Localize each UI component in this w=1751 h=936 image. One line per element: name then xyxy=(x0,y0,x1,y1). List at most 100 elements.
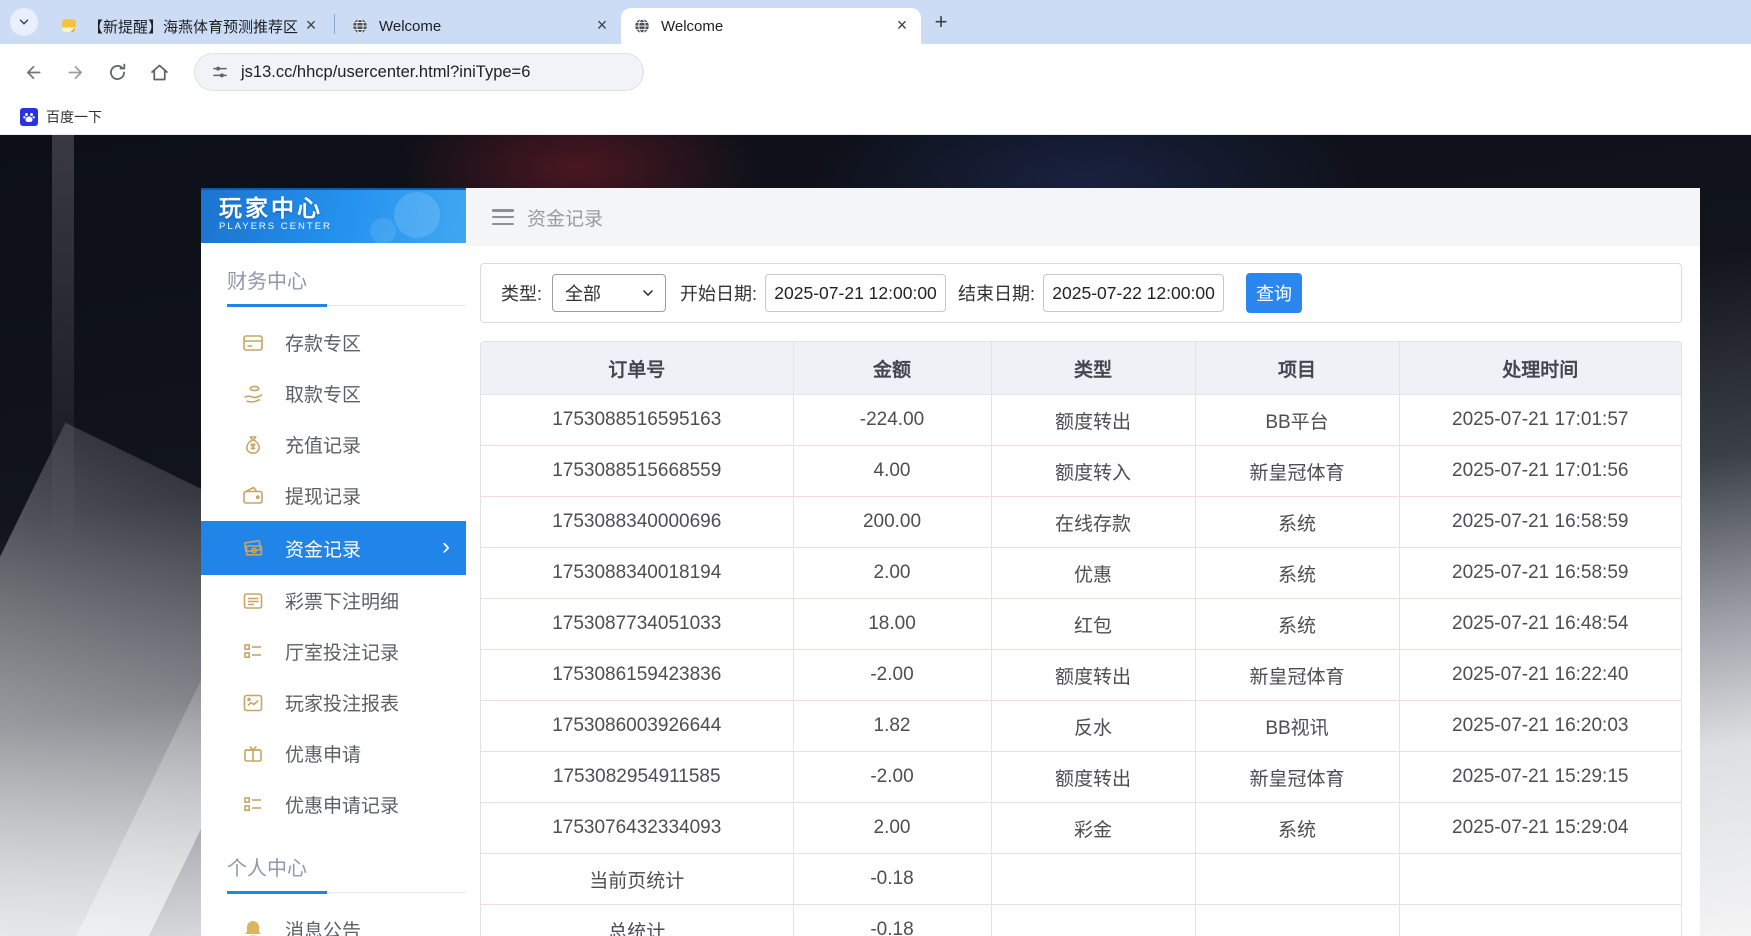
table-cell: 2025-07-21 16:20:03 xyxy=(1399,701,1681,752)
table-cell: -0.18 xyxy=(793,854,991,905)
sidebar-item-withdraw-records[interactable]: 提现记录› xyxy=(201,470,466,521)
tab-title: Welcome xyxy=(661,18,891,35)
bookmark-label: 百度一下 xyxy=(46,107,102,127)
table-cell: 1753086003926644 xyxy=(481,701,793,752)
table-cell: 系统 xyxy=(1195,497,1399,548)
chevron-down-icon xyxy=(17,15,31,29)
section-underline xyxy=(227,304,466,307)
gift-icon xyxy=(241,742,265,766)
tab-close-icon[interactable]: × xyxy=(891,15,913,37)
table-cell: 1753088516595163 xyxy=(481,395,793,446)
table-cell: BB平台 xyxy=(1195,395,1399,446)
table-cell: 2025-07-21 17:01:57 xyxy=(1399,395,1681,446)
sidebar-item-promo-apply[interactable]: 优惠申请› xyxy=(201,728,466,779)
sidebar-item-hall-bet-records[interactable]: 厅室投注记录› xyxy=(201,626,466,677)
start-date-label: 开始日期: xyxy=(680,280,757,306)
tab-separator xyxy=(334,14,335,34)
deposit-card-icon xyxy=(241,331,265,355)
baidu-icon xyxy=(20,108,38,126)
sidebar-item-label: 消息公告 xyxy=(285,916,361,936)
withdraw-hand-icon xyxy=(241,382,265,406)
sidebar-item-player-bet-report[interactable]: 玩家投注报表› xyxy=(201,677,466,728)
main-panel: 资金记录 类型: 全部 开始日期: 结束日期: 查询 订单号金额类型项目处理时间 xyxy=(466,188,1700,936)
table-cell xyxy=(1399,905,1681,936)
table-cell: 系统 xyxy=(1195,803,1399,854)
sidebar-section-title: 个人中心 xyxy=(227,852,466,881)
sidebar-item-withdraw-zone[interactable]: 取款专区› xyxy=(201,368,466,419)
bookmark-baidu[interactable]: 百度一下 xyxy=(14,104,108,130)
column-header: 金额 xyxy=(793,342,991,395)
table-cell: 1753088340000696 xyxy=(481,497,793,548)
sidebar-item-promo-apply-records[interactable]: 优惠申请记录› xyxy=(201,779,466,830)
type-select-value: 全部 xyxy=(565,280,601,306)
sidebar-item-label: 提现记录 xyxy=(285,482,361,509)
list-icon xyxy=(241,589,265,613)
table-cell: 1753088515668559 xyxy=(481,446,793,497)
table-cell: 1753086159423836 xyxy=(481,650,793,701)
type-select[interactable]: 全部 xyxy=(552,274,666,312)
end-date-input[interactable] xyxy=(1043,274,1224,312)
new-tab-button[interactable]: + xyxy=(927,8,955,36)
browser-tab[interactable]: Welcome× xyxy=(621,8,921,44)
table-cell: 200.00 xyxy=(793,497,991,548)
table-cell: 额度转出 xyxy=(991,650,1195,701)
main-content: 类型: 全部 开始日期: 结束日期: 查询 订单号金额类型项目处理时间 1753… xyxy=(466,246,1700,936)
table-head: 订单号金额类型项目处理时间 xyxy=(481,342,1681,395)
table-cell: 总统计 xyxy=(481,905,793,936)
forward-arrow-icon xyxy=(65,62,86,83)
table-cell: -2.00 xyxy=(793,752,991,803)
sidebar-item-lottery-bet-details[interactable]: 彩票下注明细› xyxy=(201,575,466,626)
back-button[interactable] xyxy=(16,55,50,89)
table-cell: 优惠 xyxy=(991,548,1195,599)
note-yellow-icon xyxy=(60,17,78,35)
table-cell: 18.00 xyxy=(793,599,991,650)
main-header: 资金记录 xyxy=(466,188,1700,246)
column-header: 处理时间 xyxy=(1399,342,1681,395)
browser-tab[interactable]: 【新提醒】海燕体育预测推荐区× xyxy=(48,8,330,44)
sidebar-item-label: 取款专区 xyxy=(285,380,361,407)
end-date-label: 结束日期: xyxy=(958,280,1035,306)
globe-icon xyxy=(633,17,651,35)
browser-toolbar: js13.cc/hhcp/usercenter.html?iniType=6 xyxy=(0,44,1751,100)
sidebar-item-label: 玩家投注报表 xyxy=(285,689,399,716)
tab-close-icon[interactable]: × xyxy=(300,15,322,37)
moneybag-icon xyxy=(241,433,265,457)
page-title: 资金记录 xyxy=(527,204,603,231)
tab-close-icon[interactable]: × xyxy=(591,15,613,37)
sidebar-item-funds-records[interactable]: 资金记录 › xyxy=(201,521,466,575)
query-button[interactable]: 查询 xyxy=(1246,273,1302,313)
section-underline xyxy=(227,891,466,894)
address-bar[interactable]: js13.cc/hhcp/usercenter.html?iniType=6 xyxy=(194,53,644,91)
chevron-right-icon: › xyxy=(442,533,450,561)
page-background: 玩家中心 PLAYERS CENTER 财务中心存款专区›取款专区›充值记录›提… xyxy=(0,135,1751,936)
sidebar-item-recharge-records[interactable]: 充值记录› xyxy=(201,419,466,470)
table-row: 1753086159423836-2.00额度转出新皇冠体育2025-07-21… xyxy=(481,650,1681,701)
forward-button[interactable] xyxy=(58,55,92,89)
tab-strip: 【新提醒】海燕体育预测推荐区×Welcome×Welcome×+ xyxy=(0,0,1751,44)
browser-tab[interactable]: Welcome× xyxy=(339,8,621,44)
reload-button[interactable] xyxy=(100,55,134,89)
sidebar-item-deposit-zone[interactable]: 存款专区› xyxy=(201,317,466,368)
sidebar-subtitle: PLAYERS CENTER xyxy=(219,221,466,232)
sidebar: 玩家中心 PLAYERS CENTER 财务中心存款专区›取款专区›充值记录›提… xyxy=(201,188,466,936)
site-settings-icon[interactable] xyxy=(211,63,229,81)
table-cell: 4.00 xyxy=(793,446,991,497)
tab-search-button[interactable] xyxy=(10,8,38,36)
table-row: 17530883400181942.00优惠系统2025-07-21 16:58… xyxy=(481,548,1681,599)
table-cell: 系统 xyxy=(1195,548,1399,599)
table-cell: 系统 xyxy=(1195,599,1399,650)
sidebar-item-label: 存款专区 xyxy=(285,329,361,356)
sidebar-item-message-board[interactable]: 消息公告› xyxy=(201,904,466,936)
sidebar-menu: 财务中心存款专区›取款专区›充值记录›提现记录› 资金记录 › 彩票下注明细›厅室投注… xyxy=(201,265,466,936)
table-cell: 额度转出 xyxy=(991,395,1195,446)
sidebar-section-title: 财务中心 xyxy=(227,265,466,294)
table-cell xyxy=(991,854,1195,905)
home-button[interactable] xyxy=(142,55,176,89)
table-cell: -0.18 xyxy=(793,905,991,936)
start-date-input[interactable] xyxy=(765,274,946,312)
hamburger-menu-icon[interactable] xyxy=(492,209,514,225)
url-text[interactable]: js13.cc/hhcp/usercenter.html?iniType=6 xyxy=(241,63,530,82)
table-cell: 2025-07-21 16:58:59 xyxy=(1399,497,1681,548)
sidebar-item-label: 资金记录 xyxy=(285,535,361,562)
table-cell: 红包 xyxy=(991,599,1195,650)
